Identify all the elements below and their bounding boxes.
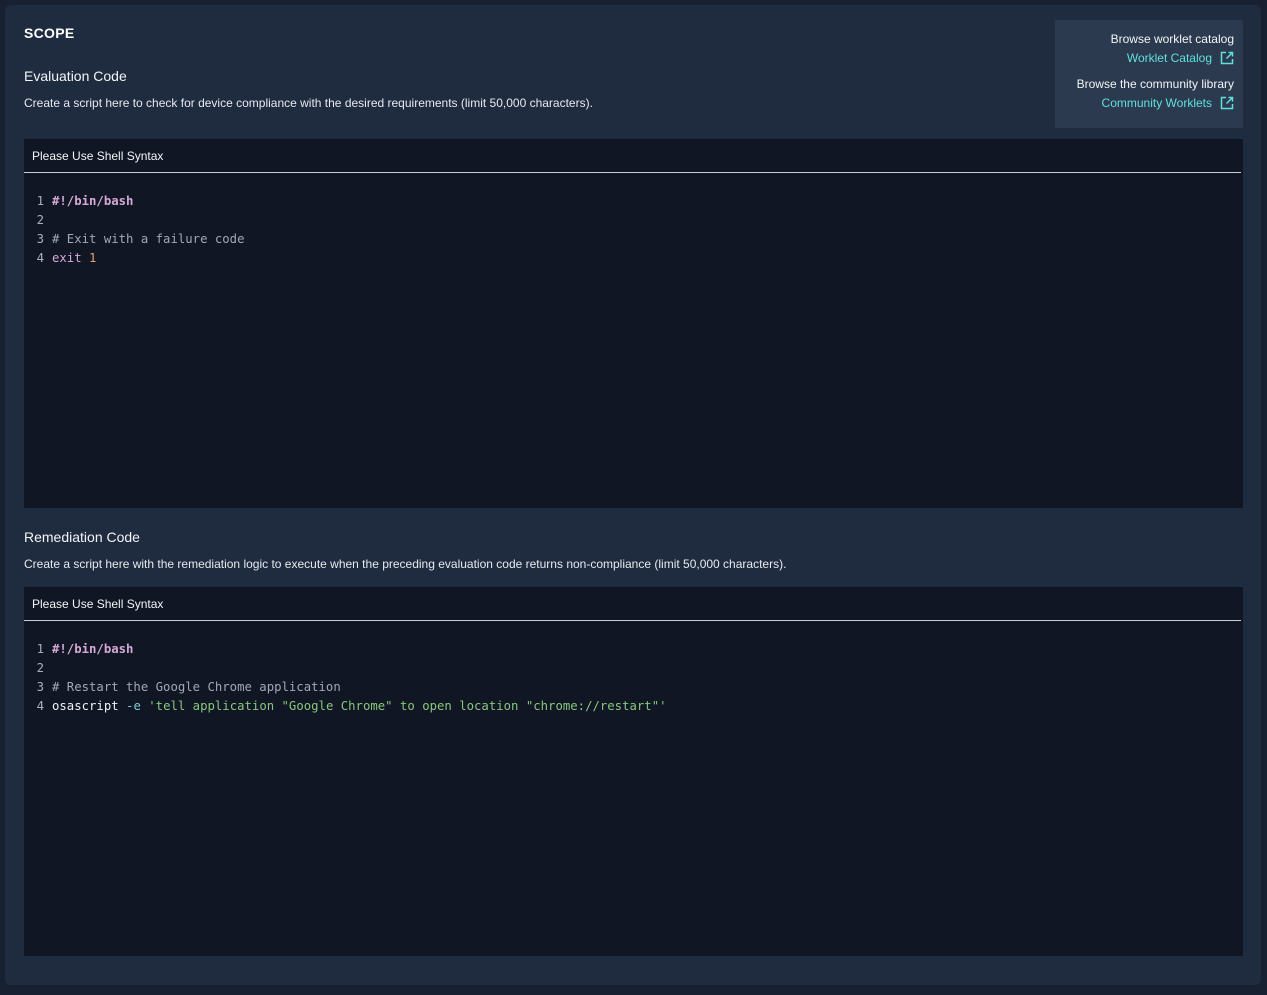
evaluation-code-area[interactable]: 1 #!/bin/bash 2 3 # Exit with a failure … <box>24 173 1243 267</box>
community-worklets-link[interactable]: Community Worklets <box>1055 96 1234 110</box>
worklet-catalog-link[interactable]: Worklet Catalog <box>1055 51 1234 65</box>
community-worklets-link-text[interactable]: Community Worklets <box>1102 96 1212 110</box>
remediation-description: Create a script here with the remediatio… <box>24 557 787 571</box>
scope-card: SCOPE Browse worklet catalog Worklet Cat… <box>5 5 1261 985</box>
code-command: osascript <box>52 698 119 713</box>
code-comment: # Restart the Google Chrome application <box>52 679 341 694</box>
code-line[interactable]: 3 # Exit with a failure code <box>24 229 1243 248</box>
evaluation-title: Evaluation Code <box>24 68 127 84</box>
shebang: #!/bin/bash <box>52 193 134 208</box>
code-number: 1 <box>89 250 97 265</box>
code-flag: -e <box>126 698 141 713</box>
external-link-icon[interactable] <box>1220 51 1234 65</box>
code-comment: # Exit with a failure code <box>52 231 245 246</box>
code-line[interactable]: 3 # Restart the Google Chrome applicatio… <box>24 677 1243 696</box>
code-line[interactable]: 2 <box>24 658 1243 677</box>
worklet-catalog-link-text[interactable]: Worklet Catalog <box>1127 51 1212 65</box>
line-number: 1 <box>36 193 44 208</box>
remediation-title: Remediation Code <box>24 529 140 545</box>
worklet-links-panel: Browse worklet catalog Worklet Catalog B… <box>1055 20 1243 128</box>
line-number: 4 <box>36 698 44 713</box>
scope-title: SCOPE <box>24 25 75 41</box>
line-number: 1 <box>36 641 44 656</box>
line-number: 4 <box>36 250 44 265</box>
line-number: 2 <box>36 660 44 675</box>
evaluation-code-editor[interactable]: Please Use Shell Syntax 1 #!/bin/bash 2 … <box>24 139 1243 508</box>
community-label: Browse the community library <box>1076 77 1234 91</box>
shebang: #!/bin/bash <box>52 641 134 656</box>
code-line[interactable]: 1 #!/bin/bash <box>24 639 1243 658</box>
line-number: 3 <box>36 231 44 246</box>
evaluation-editor-header: Please Use Shell Syntax <box>24 139 1241 173</box>
catalog-label: Browse worklet catalog <box>1110 32 1234 46</box>
line-number: 3 <box>36 679 44 694</box>
code-line[interactable]: 1 #!/bin/bash <box>24 191 1243 210</box>
code-string: 'tell application "Google Chrome" to ope… <box>148 698 667 713</box>
remediation-editor-header: Please Use Shell Syntax <box>24 587 1241 621</box>
external-link-icon[interactable] <box>1220 96 1234 110</box>
code-line[interactable]: 4 exit 1 <box>24 248 1243 267</box>
code-line[interactable]: 4 osascript -e 'tell application "Google… <box>24 696 1243 715</box>
code-line[interactable]: 2 <box>24 210 1243 229</box>
evaluation-description: Create a script here to check for device… <box>24 96 593 110</box>
remediation-code-editor[interactable]: Please Use Shell Syntax 1 #!/bin/bash 2 … <box>24 587 1243 956</box>
remediation-code-area[interactable]: 1 #!/bin/bash 2 3 # Restart the Google C… <box>24 621 1243 715</box>
line-number: 2 <box>36 212 44 227</box>
code-keyword: exit <box>52 250 82 265</box>
